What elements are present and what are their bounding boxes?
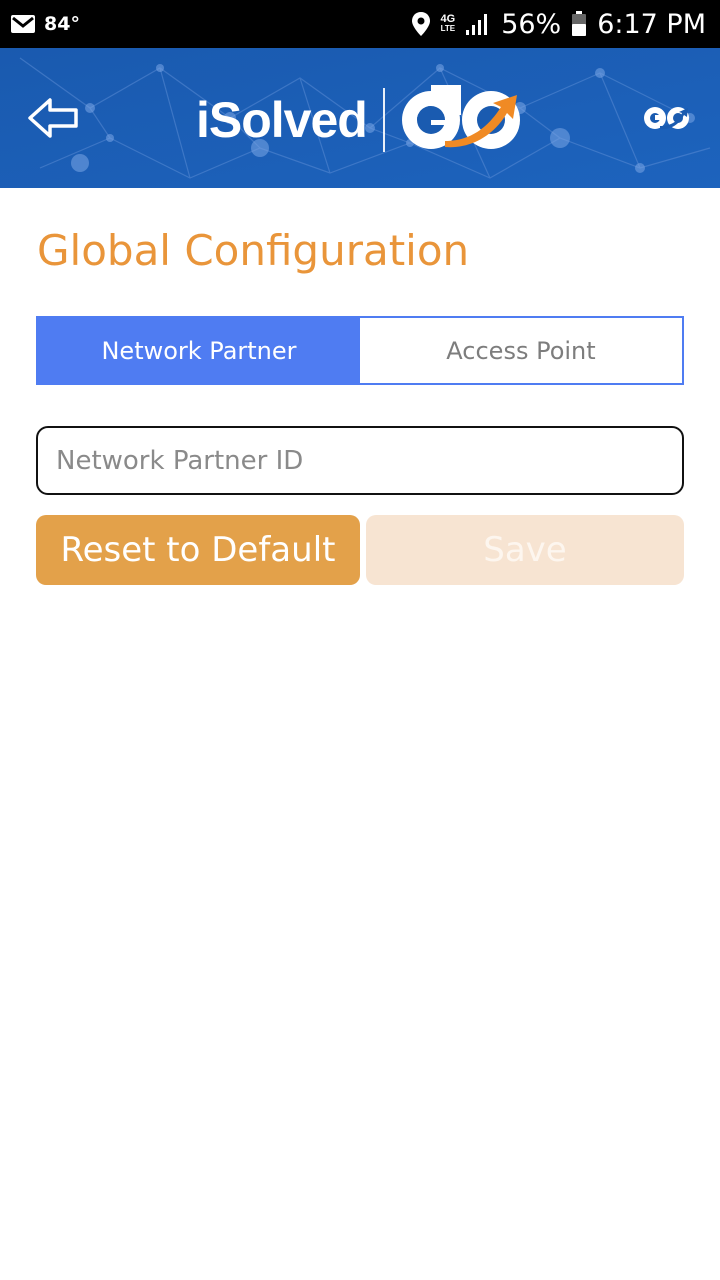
battery-percent: 56% [501,8,562,40]
status-bar-left: 84° [10,0,80,48]
isolved-go-logo: iSolved [196,82,525,158]
network-partner-id-input[interactable] [36,426,684,495]
mail-icon [11,15,35,33]
status-bar: 84° 4G LTE 56% 6:17 PM [0,0,720,48]
page-title: Global Configuration [37,226,470,275]
tab-access-point[interactable]: Access Point [360,318,682,383]
temperature: 84° [44,13,80,35]
go-logo-icon [401,85,520,149]
reset-to-default-button[interactable]: Reset to Default [36,515,360,585]
battery-icon [572,11,587,36]
logo-divider [382,88,385,152]
segmented-tabs: Network Partner Access Point [36,316,684,385]
go-small-icon[interactable] [642,104,692,132]
save-button[interactable]: Save [366,515,684,585]
location-icon [411,12,430,36]
status-bar-right: 4G LTE 56% 6:17 PM [411,0,706,48]
signal-icon [466,14,488,35]
tab-network-partner[interactable]: Network Partner [38,318,360,383]
clock: 6:17 PM [597,8,706,40]
logo-text: iSolved [196,92,368,148]
app-header: iSolved [0,48,720,188]
network-type: 4G LTE [440,13,456,34]
back-arrow-icon[interactable] [26,96,82,140]
